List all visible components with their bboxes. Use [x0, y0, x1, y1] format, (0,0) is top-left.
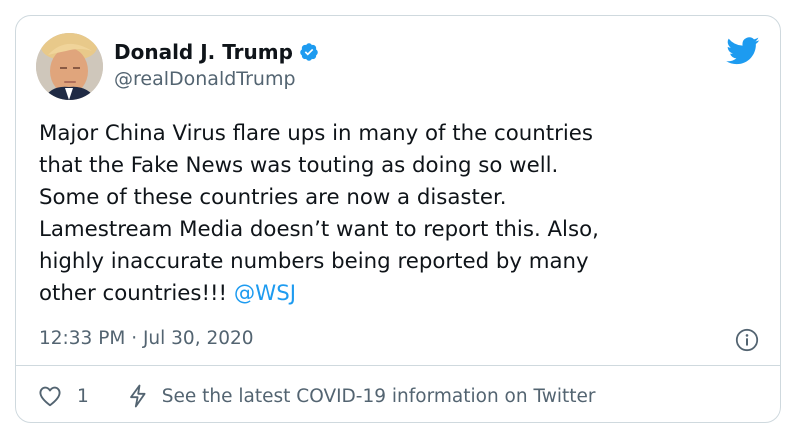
tweet-card: Donald J. Trump @realDonaldTrump Major C… [15, 15, 781, 423]
avatar-image [36, 33, 103, 100]
verified-badge-icon [300, 43, 318, 61]
tweet-line-last: other countries!!! @WSJ [39, 278, 759, 310]
tweet-line: that the Fake News was touting as doing … [39, 153, 559, 178]
like-count[interactable]: 1 [77, 386, 89, 407]
covid-info-link[interactable]: See the latest COVID-19 information on T… [127, 384, 596, 408]
bolt-icon [129, 384, 146, 408]
tweet-line: highly inaccurate numbers being reported… [39, 249, 589, 274]
divider [16, 365, 780, 366]
action-bar: 1 See the latest COVID-19 information on… [38, 382, 595, 410]
heart-icon[interactable] [38, 384, 62, 408]
tweet-text: Major China Virus flare ups in many of t… [39, 118, 759, 310]
covid-info-label[interactable]: See the latest COVID-19 information on T… [162, 386, 596, 407]
user-handle[interactable]: @realDonaldTrump [114, 68, 296, 90]
avatar[interactable] [36, 33, 103, 100]
tweet-line: Lamestream Media doesn’t want to report … [39, 217, 599, 242]
twitter-bird-icon[interactable] [726, 37, 760, 65]
tweet-line: Major China Virus flare ups in many of t… [39, 121, 593, 146]
tweet-line-text: other countries!!! [39, 281, 234, 306]
info-icon[interactable] [735, 328, 759, 352]
tweet-line: Some of these countries are now a disast… [39, 185, 507, 210]
mention-link[interactable]: @WSJ [234, 281, 296, 306]
display-name[interactable]: Donald J. Trump [114, 40, 293, 64]
author-name-row[interactable]: Donald J. Trump [114, 39, 319, 65]
tweet-timestamp[interactable]: 12:33 PM · Jul 30, 2020 [39, 328, 254, 349]
